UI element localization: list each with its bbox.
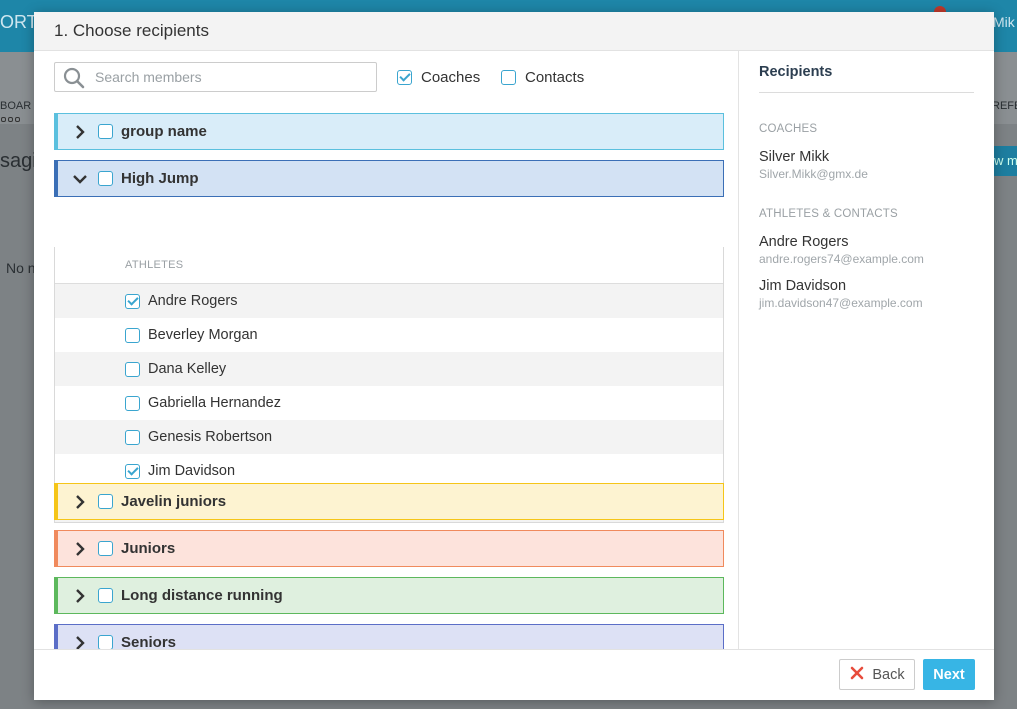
member-name: Gabriella Hernandez bbox=[148, 395, 281, 411]
recipients-title: Recipients bbox=[759, 64, 974, 93]
group-label: Seniors bbox=[121, 634, 177, 649]
members-section-label: ATHLETES bbox=[55, 247, 723, 284]
filter-row: Coaches Contacts bbox=[54, 62, 724, 92]
search-box[interactable] bbox=[54, 62, 377, 92]
chevron-right-icon[interactable] bbox=[72, 541, 88, 557]
group-checkbox[interactable] bbox=[98, 124, 113, 139]
member-checkbox[interactable] bbox=[125, 395, 140, 411]
groups-pane: Coaches Contacts group name High Jump AT bbox=[34, 51, 738, 649]
group-row-group-name[interactable]: group name bbox=[54, 113, 724, 150]
group-row-javelin-juniors[interactable]: Javelin juniors bbox=[54, 483, 724, 520]
athletes-section-label: ATHLETES & CONTACTS bbox=[759, 208, 898, 220]
coaches-section-label: COACHES bbox=[759, 123, 818, 135]
group-row-high-jump[interactable]: High Jump bbox=[54, 160, 724, 197]
member-checkbox[interactable] bbox=[125, 463, 140, 479]
member-checkbox[interactable] bbox=[125, 327, 140, 343]
member-name: Beverley Morgan bbox=[148, 327, 258, 343]
background-toolbar-label-right: REFE bbox=[992, 100, 1017, 112]
coaches-filter-label: Coaches bbox=[421, 69, 481, 86]
group-row-long-distance-running[interactable]: Long distance running bbox=[54, 577, 724, 614]
recipient-email: andre.rogers74@example.com bbox=[759, 252, 924, 266]
chevron-right-icon[interactable] bbox=[72, 588, 88, 604]
group-checkbox[interactable] bbox=[98, 635, 113, 649]
recipient-email: jim.davidson47@example.com bbox=[759, 296, 923, 310]
search-input[interactable] bbox=[95, 67, 365, 87]
chevron-right-icon[interactable] bbox=[72, 124, 88, 140]
member-checkbox[interactable] bbox=[125, 293, 140, 309]
modal-body: Coaches Contacts group name High Jump AT bbox=[34, 51, 994, 649]
member-name: Jim Davidson bbox=[148, 463, 236, 479]
member-row[interactable]: Gabriella Hernandez bbox=[55, 386, 723, 420]
close-icon bbox=[849, 665, 865, 685]
back-button[interactable]: Back bbox=[839, 659, 915, 690]
modal-header: 1. Choose recipients bbox=[34, 12, 994, 51]
back-button-label: Back bbox=[872, 666, 905, 683]
group-label: Juniors bbox=[121, 540, 176, 557]
background-user-name: Mik bbox=[993, 14, 1015, 30]
group-checkbox[interactable] bbox=[98, 171, 113, 186]
chevron-right-icon[interactable] bbox=[72, 494, 88, 510]
group-members-list: ATHLETES Andre Rogers Beverley Morgan Dana… bbox=[54, 247, 724, 523]
member-name: Dana Kelley bbox=[148, 361, 227, 377]
group-checkbox[interactable] bbox=[98, 588, 113, 603]
recipient-athlete: Andre Rogers andre.rogers74@example.com bbox=[759, 234, 974, 266]
search-icon bbox=[63, 67, 85, 89]
background-empty-text: No n bbox=[6, 260, 36, 276]
group-label: High Jump bbox=[121, 170, 199, 187]
group-row-seniors[interactable]: Seniors bbox=[54, 624, 724, 649]
coaches-checkbox[interactable] bbox=[397, 70, 412, 85]
member-checkbox[interactable] bbox=[125, 361, 140, 377]
recipient-coach: Silver Mikk Silver.Mikk@gmx.de bbox=[759, 149, 974, 181]
background-page-title: sagi bbox=[0, 150, 37, 172]
choose-recipients-modal: 1. Choose recipients Coaches Contacts bbox=[34, 12, 994, 700]
modal-title: 1. Choose recipients bbox=[54, 21, 209, 40]
member-checkbox[interactable] bbox=[125, 429, 140, 445]
member-row[interactable]: Andre Rogers bbox=[55, 284, 723, 318]
chevron-down-icon[interactable] bbox=[72, 171, 88, 187]
group-label: group name bbox=[121, 123, 207, 140]
recipients-pane: Recipients COACHES Silver Mikk Silver.Mi… bbox=[738, 51, 994, 649]
contacts-checkbox[interactable] bbox=[501, 70, 516, 85]
group-checkbox[interactable] bbox=[98, 494, 113, 509]
contacts-filter-label: Contacts bbox=[525, 69, 585, 86]
coaches-filter[interactable]: Coaches bbox=[397, 69, 480, 86]
contacts-filter[interactable]: Contacts bbox=[501, 69, 584, 86]
member-name: Genesis Robertson bbox=[148, 429, 273, 445]
recipient-athlete: Jim Davidson jim.davidson47@example.com bbox=[759, 278, 974, 310]
group-row-juniors[interactable]: Juniors bbox=[54, 530, 724, 567]
group-label: Javelin juniors bbox=[121, 493, 227, 510]
member-row[interactable]: Beverley Morgan bbox=[55, 318, 723, 352]
group-label: Long distance running bbox=[121, 587, 283, 604]
recipient-name: Silver Mikk bbox=[759, 149, 830, 165]
chevron-right-icon[interactable] bbox=[72, 635, 88, 649]
next-button[interactable]: Next bbox=[923, 659, 975, 690]
background-toolbar-label: BOAR bbox=[0, 100, 32, 112]
member-row[interactable]: Genesis Robertson bbox=[55, 420, 723, 454]
member-name: Andre Rogers bbox=[148, 293, 238, 309]
modal-footer: Back Next bbox=[34, 649, 994, 700]
member-row[interactable]: Dana Kelley bbox=[55, 352, 723, 386]
recipient-name: Jim Davidson bbox=[759, 278, 847, 294]
recipient-email: Silver.Mikk@gmx.de bbox=[759, 167, 868, 181]
background-new-button: w m bbox=[994, 146, 1017, 176]
recipient-name: Andre Rogers bbox=[759, 234, 849, 250]
group-checkbox[interactable] bbox=[98, 541, 113, 556]
